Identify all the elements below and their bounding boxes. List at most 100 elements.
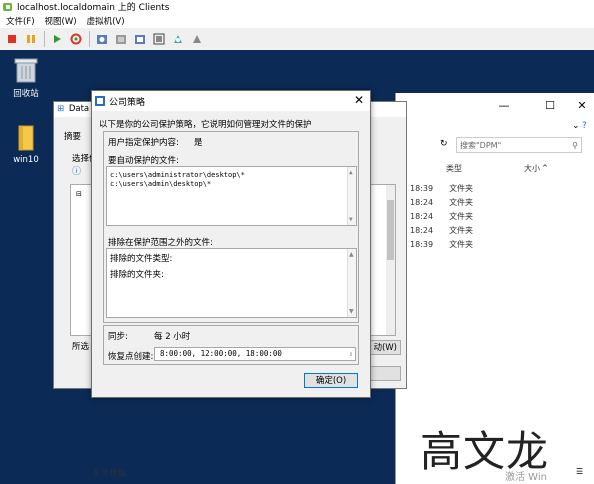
help-icon[interactable]: ? [582,121,587,131]
data-window-button-label: 动(W) [373,343,397,353]
spinner-icon[interactable]: ⇕ [349,348,353,360]
row-time: 18:39 [410,184,434,193]
row-type: 文件夹 [449,198,474,207]
row-time: 18:24 [410,198,434,207]
auto-protect-files-box[interactable]: c:\users\administrator\desktop\* c:\user… [106,166,357,226]
scroll-up-icon[interactable]: ▲ [349,169,353,176]
minimize-icon: — [498,99,510,112]
minimize-button[interactable]: — [490,93,518,119]
settings-icon [174,35,182,43]
tab-summary[interactable]: 摘要 [64,130,81,142]
manage-snapshots-icon [135,35,145,44]
vmware-app-icon [3,2,12,11]
play-icon [54,35,61,43]
pause-button[interactable] [24,32,38,46]
refresh-icon[interactable]: ↻ [440,139,448,149]
toolbar-separator [89,31,90,47]
list-scrollbar[interactable] [386,185,395,335]
info-icon: ⓘ [72,167,82,177]
pause-icon [27,35,35,43]
stop-icon [8,35,16,43]
excluded-box[interactable]: 排除的文件类型: 排除的文件夹: ▲ ▼ [106,248,357,318]
vm-toolbar [0,28,594,51]
column-header-size[interactable]: 大小 [524,163,540,174]
row-type: 文件夹 [449,184,474,193]
file-row[interactable]: 18:39 文件夹 [410,183,473,194]
maximize-button[interactable]: ☐ [536,93,564,119]
ribbon-expand-icon[interactable]: ⌄ [572,121,580,131]
recycle-bin-label: 回收站 [13,89,39,99]
menu-vm[interactable]: 虚拟机(V) [87,15,125,27]
file-row[interactable]: 18:24 文件夹 [410,197,473,208]
recycle-bin-icon [14,58,38,83]
settings-button[interactable] [171,32,185,46]
file-row[interactable]: 18:24 文件夹 [410,211,473,222]
window-titlebar: localhost.localdomain 上的 Clients [0,0,594,13]
desktop-recycle-bin[interactable]: 回收站 [2,56,50,99]
policy-group: 用户指定保护内容: 是 要自动保护的文件: c:\users\administr… [103,131,359,323]
reset-button[interactable] [69,32,83,46]
column-header-type[interactable]: 类型 [446,163,462,174]
schedule-group: 同步: 每 2 小时 恢复点创建: 8:00:00, 12:00:00, 18:… [103,325,359,365]
scroll-up-icon[interactable]: ▲ [349,251,354,258]
scrollbar-thumb[interactable] [387,200,394,260]
row-time: 18:39 [410,240,434,249]
play-button[interactable] [50,32,64,46]
menu-bar: 文件(F) 视图(W) 虚拟机(V) [0,13,594,28]
row-time: 18:24 [410,212,434,221]
details-view-icon[interactable]: ☰ [576,467,583,476]
fullscreen-icon [153,33,165,45]
win10-label: win10 [13,155,39,165]
data-window-title: Data [68,104,90,114]
data-app-icon: ⊞ [57,104,65,114]
auto-protect-file: c:\users\admin\desktop\* [110,180,212,188]
user-specified-label: 用户指定保护内容: [108,138,179,148]
file-row[interactable]: 18:24 文件夹 [410,225,473,236]
dialog-titlebar: 公司策略 ✕ [92,91,370,111]
search-input[interactable]: 搜索"DPM" ⚲ [456,137,582,153]
window-title: localhost.localdomain 上的 Clients [17,3,170,13]
company-policy-dialog: 公司策略 ✕ 以下是你的公司保护策略，它说明如何管理对文件的保护 用户指定保护内… [91,90,371,398]
ok-button-label: 确定(O) [315,376,347,386]
auto-protect-scrollbar[interactable]: ▲ ▼ [347,167,356,225]
restore-times-field[interactable]: 8:00:00, 12:00:00, 18:00:00 ⇕ [154,347,356,361]
excluded-scrollbar[interactable]: ▲ ▼ [347,249,356,317]
file-row[interactable]: 18:39 文件夹 [410,239,473,250]
desktop-win10-folder[interactable]: win10 [2,124,50,165]
snapshot-icon [97,35,107,44]
search-placeholder: 搜索"DPM" [460,141,502,150]
close-button[interactable]: ✕ [568,93,594,119]
revert-snapshot-button[interactable] [114,32,128,46]
fullscreen-button[interactable] [152,32,166,46]
activate-windows-text: 激活 Win [505,472,547,483]
scroll-down-icon[interactable]: ▼ [349,216,353,223]
menu-file[interactable]: 文件(F) [6,15,35,27]
folder-icon [18,125,34,151]
user-specified-value: 是 [194,138,203,148]
ok-button[interactable]: 确定(O) [304,373,358,388]
manage-snapshots-button[interactable] [133,32,147,46]
dialog-app-icon [95,96,105,106]
tree-expand-icon[interactable]: ⊟ [76,190,82,198]
stop-button[interactable] [5,32,19,46]
scroll-down-icon[interactable]: ▼ [349,308,354,315]
reset-icon [70,33,82,45]
snapshot-button[interactable] [95,32,109,46]
search-icon: ⚲ [572,141,578,150]
menu-view[interactable]: 视图(W) [45,15,77,27]
excluded-types-label: 排除的文件类型: [110,254,173,264]
row-type: 文件夹 [449,212,474,221]
excluded-folders-label: 排除的文件夹: [110,270,164,280]
column-sort-icon: ^ [542,164,548,172]
restore-label: 恢复点创建: [108,352,154,362]
restore-times-value: 8:00:00, 12:00:00, 18:00:00 [160,349,282,358]
excluded-label: 排除在保护范围之外的文件: [108,238,213,248]
preferences-button[interactable] [190,32,204,46]
dialog-description: 以下是你的公司保护策略，它说明如何管理对文件的保护 [99,120,312,130]
row-type: 文件夹 [449,226,474,235]
maximize-icon: ☐ [545,99,555,112]
toolbar-separator [44,31,45,47]
dialog-close-icon[interactable]: ✕ [354,93,364,107]
auto-protect-label: 要自动保护的文件: [108,156,179,166]
dialog-title: 公司策略 [109,97,146,108]
